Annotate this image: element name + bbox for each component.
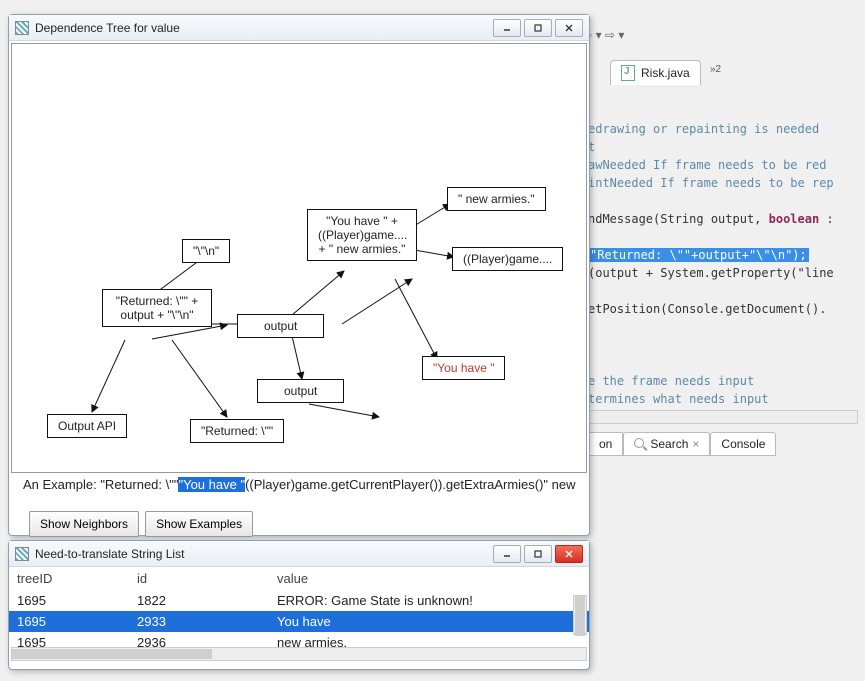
- node-player-cast[interactable]: ((Player)game....: [452, 247, 563, 271]
- show-examples-button[interactable]: Show Examples: [145, 511, 253, 537]
- cell-id: 2933: [129, 611, 269, 632]
- list-hscroll[interactable]: [11, 647, 587, 661]
- table-row[interactable]: 16952933You have: [9, 611, 589, 632]
- col-value[interactable]: value: [269, 567, 589, 590]
- minimize-button[interactable]: [493, 545, 521, 563]
- table-row[interactable]: 16951822ERROR: Game State is unknown!: [9, 590, 589, 611]
- node-output-api[interactable]: Output API: [47, 414, 127, 438]
- editor-hscroll[interactable]: [588, 410, 858, 424]
- cell-id: 1822: [129, 590, 269, 611]
- node-new-armies[interactable]: " new armies.": [447, 187, 546, 211]
- example-text: An Example: "Returned: \"""You have "((P…: [23, 477, 579, 492]
- show-neighbors-button[interactable]: Show Neighbors: [29, 511, 139, 537]
- bottom-tab-console[interactable]: Console: [710, 432, 776, 456]
- list-titlebar[interactable]: Need-to-translate String List: [9, 541, 589, 567]
- maximize-button[interactable]: [524, 19, 552, 37]
- col-treeid[interactable]: treeID: [9, 567, 129, 590]
- node-returned-output[interactable]: "Returned: \"" + output + "\"\n": [102, 289, 212, 327]
- node-returned-short[interactable]: "Returned: \"": [190, 419, 284, 443]
- editor-tab-risk[interactable]: Risk.java: [610, 60, 701, 85]
- bottom-tab-search[interactable]: Search ×: [623, 432, 710, 456]
- app-icon: [15, 21, 29, 35]
- bg-toolbar-fragment: ◦ ▾ ⇨ ▾: [588, 28, 624, 42]
- dep-window-title: Dependence Tree for value: [35, 21, 180, 35]
- cell-value: ERROR: Game State is unknown!: [269, 590, 589, 611]
- close-icon[interactable]: ×: [692, 437, 699, 451]
- node-you-have-red[interactable]: "You have ": [422, 356, 505, 380]
- app-icon: [15, 547, 29, 561]
- editor-tab-label: Risk.java: [641, 66, 690, 80]
- search-icon: [634, 438, 646, 450]
- node-escaped-newline[interactable]: "\"\n": [182, 239, 230, 263]
- list-window-title: Need-to-translate String List: [35, 547, 184, 561]
- close-button[interactable]: [555, 19, 583, 37]
- col-id[interactable]: id: [129, 567, 269, 590]
- dep-titlebar[interactable]: Dependence Tree for value: [9, 15, 589, 41]
- table-header-row[interactable]: treeID id value: [9, 567, 589, 590]
- node-output-2[interactable]: output: [257, 379, 344, 403]
- tab-overflow-count[interactable]: »2: [710, 64, 721, 75]
- editor-code-fragment: edrawing or repainting is needed t awNee…: [588, 120, 834, 408]
- string-table[interactable]: treeID id value 16951822ERROR: Game Stat…: [9, 567, 589, 653]
- minimize-button[interactable]: [493, 19, 521, 37]
- java-file-icon: [621, 65, 635, 81]
- string-table-wrap: treeID id value 16951822ERROR: Game Stat…: [9, 567, 589, 663]
- cell-treeID: 1695: [9, 590, 129, 611]
- maximize-button[interactable]: [524, 545, 552, 563]
- node-you-have-block[interactable]: "You have " + ((Player)game.... + " new …: [307, 209, 417, 261]
- node-output-1[interactable]: output: [237, 314, 324, 338]
- list-vscroll[interactable]: [573, 595, 587, 635]
- tree-canvas[interactable]: "\"\n" "Returned: \"" + output + "\"\n" …: [11, 43, 587, 473]
- bottom-tab-on[interactable]: on: [588, 432, 623, 456]
- dependence-tree-window: Dependence Tree for value: [8, 14, 590, 536]
- cell-value: You have: [269, 611, 589, 632]
- cell-treeID: 1695: [9, 611, 129, 632]
- string-list-window: Need-to-translate String List treeID id …: [8, 540, 590, 670]
- close-button[interactable]: [555, 545, 583, 563]
- bottom-tab-search-label: Search: [650, 437, 688, 451]
- bottom-tab-bar: on Search × Console: [588, 432, 776, 456]
